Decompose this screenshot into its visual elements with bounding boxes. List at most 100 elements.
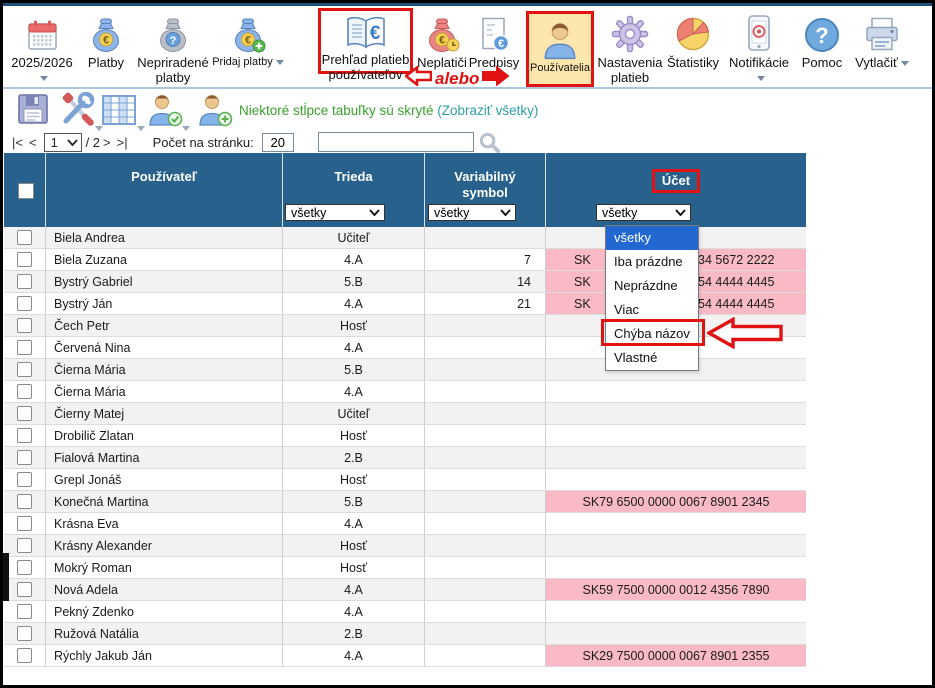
filter-select-variabilny-symbol[interactable]: všetky <box>428 204 516 221</box>
toolbar-item-pridaj[interactable]: €Pridaj platby <box>212 14 284 68</box>
class-cell: 4.A <box>283 513 425 535</box>
save-button[interactable] <box>16 92 50 131</box>
toolbar-item-statistiky[interactable]: Štatistiky <box>663 14 723 71</box>
row-checkbox[interactable] <box>17 296 32 311</box>
settings-tools-button[interactable] <box>58 92 96 133</box>
row-checkbox[interactable] <box>17 252 32 267</box>
variable-symbol-cell: 21 <box>425 293 546 315</box>
row-checkbox[interactable] <box>17 560 32 575</box>
user-approve-button[interactable] <box>147 92 183 133</box>
svg-text:?: ? <box>815 23 828 48</box>
svg-text:€: € <box>498 38 504 50</box>
row-checkbox[interactable] <box>17 516 32 531</box>
row-checkbox[interactable] <box>17 274 32 289</box>
dropdown-option-v-etky[interactable]: všetky <box>606 226 698 250</box>
columns-button[interactable] <box>100 92 138 133</box>
arrow-left-icon <box>405 66 432 91</box>
toolbar-item-platby[interactable]: €Platby <box>80 14 132 71</box>
column-header-pouvate[interactable]: Používateľ <box>46 153 283 227</box>
chevron-down-icon <box>675 209 686 216</box>
toolbar-item-label: Nepriradené platby <box>132 56 214 85</box>
annotation-box-ucet: Účet <box>652 169 700 193</box>
variable-symbol-cell <box>425 601 546 623</box>
class-cell: 4.A <box>283 337 425 359</box>
toolbar-item-pomoc[interactable]: ? Pomoc <box>797 14 847 71</box>
toolbar-item-label: Pomoc <box>802 56 842 71</box>
row-checkbox[interactable] <box>17 384 32 399</box>
row-checkbox[interactable] <box>17 318 32 333</box>
toolbar-item-year[interactable]: 2025/2026 <box>6 14 78 85</box>
row-checkbox[interactable] <box>17 604 32 619</box>
search-icon[interactable] <box>478 131 501 154</box>
class-cell: 2.B <box>283 623 425 645</box>
column-header-trieda[interactable]: Triedavšetky <box>283 153 425 227</box>
variable-symbol-cell <box>425 557 546 579</box>
row-checkbox[interactable] <box>17 538 32 553</box>
svg-text:€: € <box>439 35 445 47</box>
dropdown-option-vlastn-[interactable]: Vlastné <box>606 346 698 370</box>
table-row: Drobilič Zlatan Hosť <box>4 425 806 447</box>
toolbar-item-prehlad[interactable]: €Prehľad platieb používateľov <box>318 8 413 74</box>
row-checkbox[interactable] <box>17 230 32 245</box>
table-row: Čierny Matej Učiteľ <box>4 403 806 425</box>
page-select[interactable]: 1 <box>44 133 82 152</box>
calendar-icon <box>24 14 61 54</box>
filter-select-ucet[interactable]: všetky <box>596 204 691 221</box>
toolbar-item-pouzivatelia[interactable]: Používatelia <box>526 11 594 87</box>
user-add-button[interactable] <box>197 92 233 133</box>
account-cell <box>546 601 806 623</box>
toolbar-item-nepriradene[interactable]: ?Nepriradené platby <box>132 14 214 85</box>
account-cell: SK59 7500 0000 0012 4356 7890 <box>546 579 806 601</box>
dropdown-option-iba-pr-zdne[interactable]: Iba prázdne <box>606 250 698 274</box>
variable-symbol-cell <box>425 469 546 491</box>
column-header-et[interactable]: Účet všetky <box>546 153 806 227</box>
dropdown-option-viac[interactable]: Viac <box>606 298 698 322</box>
account-fragment: 54 4444 4445 <box>698 275 774 289</box>
row-checkbox[interactable] <box>17 450 32 465</box>
class-cell: Hosť <box>283 469 425 491</box>
row-checkbox[interactable] <box>17 582 32 597</box>
class-cell: 4.A <box>283 579 425 601</box>
user-name-cell: Červená Nina <box>46 337 283 359</box>
row-checkbox[interactable] <box>17 340 32 355</box>
first-page-button[interactable]: |< <box>9 135 26 150</box>
class-cell: Hosť <box>283 315 425 337</box>
toolbar-item-notifikacie[interactable]: Notifikácie <box>724 14 794 85</box>
dropdown-option-ch-ba-n-zov[interactable]: Chýba názov <box>606 322 698 346</box>
select-all-checkbox[interactable] <box>18 183 34 199</box>
chevron-down-icon <box>67 139 78 146</box>
toolbar-item-label: 2025/2026 <box>6 56 78 85</box>
chevron-down-icon <box>500 209 511 216</box>
row-checkbox[interactable] <box>17 428 32 443</box>
table-row: Konečná Martina 5.B SK79 6500 0000 0067 … <box>4 491 806 513</box>
toolbar-item-predpisy[interactable]: €Predpisy <box>466 14 522 71</box>
row-checkbox[interactable] <box>17 406 32 421</box>
money-bag-add-icon: € <box>229 14 267 54</box>
chevron-down-icon <box>369 209 380 216</box>
dropdown-option-nepr-zdne[interactable]: Neprázdne <box>606 274 698 298</box>
toolbar-item-vytlacit[interactable]: Vytlačiť <box>849 14 915 71</box>
per-page-input[interactable] <box>262 133 294 152</box>
row-checkbox[interactable] <box>17 648 32 663</box>
pie-chart-icon <box>673 14 713 54</box>
last-page-button[interactable]: >| <box>114 135 131 150</box>
row-checkbox[interactable] <box>17 472 32 487</box>
row-checkbox[interactable] <box>17 626 32 641</box>
user-name-cell: Čierna Mária <box>46 381 283 403</box>
next-page-button[interactable]: > <box>100 135 114 150</box>
svg-text:€: € <box>103 35 109 47</box>
variable-symbol-cell <box>425 623 546 645</box>
table-row: Čierna Mária 4.A <box>4 381 806 403</box>
search-input[interactable] <box>318 132 474 152</box>
account-cell <box>546 447 806 469</box>
toolbar-item-label: Používatelia <box>530 62 590 74</box>
prev-page-button[interactable]: < <box>26 135 40 150</box>
column-header-variabilny-symbol[interactable]: Variabilnýsymbolvšetky <box>425 153 546 227</box>
user-name-cell: Čierny Matej <box>46 403 283 425</box>
row-checkbox[interactable] <box>17 362 32 377</box>
toolbar-item-neplatici[interactable]: €Neplatiči <box>417 14 467 71</box>
show-all-columns-link[interactable]: (Zobraziť všetky) <box>437 103 538 118</box>
row-checkbox[interactable] <box>17 494 32 509</box>
filter-select-trieda[interactable]: všetky <box>285 204 385 221</box>
toolbar-item-nastavenia[interactable]: Nastavenia platieb <box>596 14 664 85</box>
